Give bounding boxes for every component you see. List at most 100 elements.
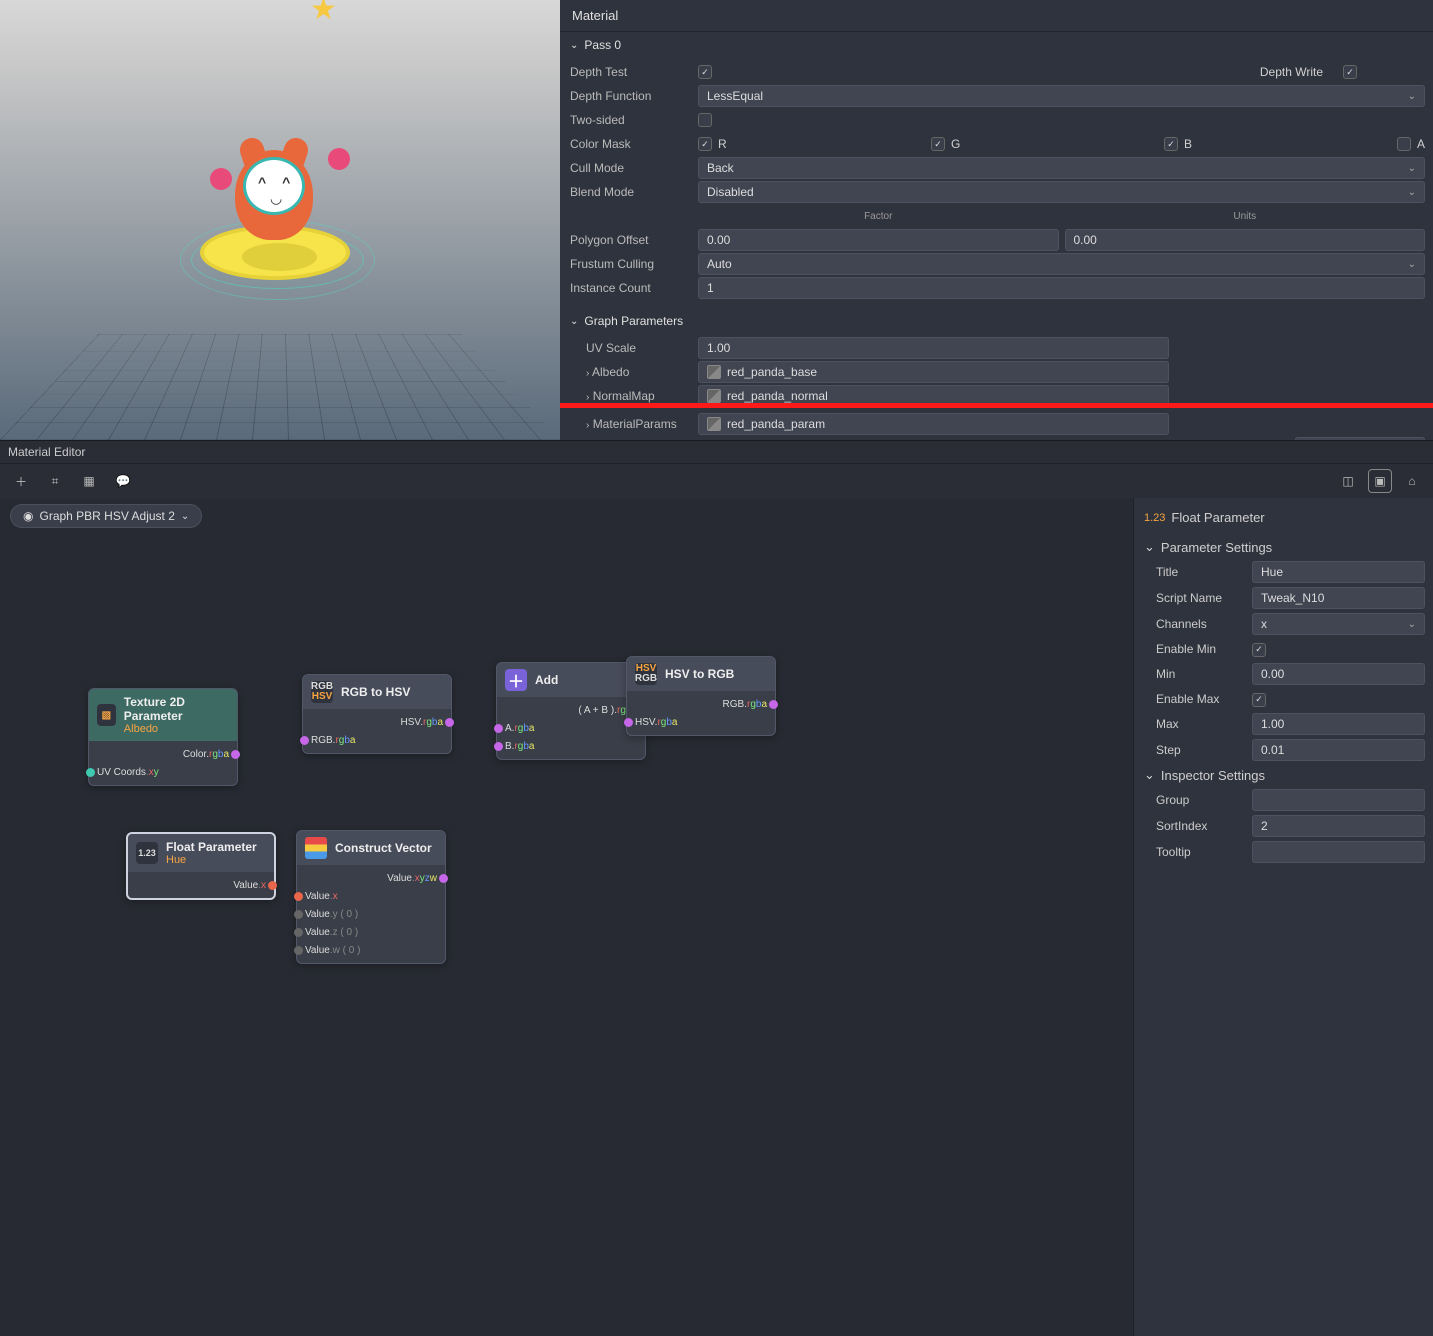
sortindex-label: SortIndex	[1156, 819, 1252, 833]
home-button[interactable]: ⌂	[1401, 470, 1423, 492]
node-float-parameter[interactable]: 1.23 Float Parameter Hue Value.x	[126, 832, 276, 900]
parameter-settings-toggle[interactable]: ⌄Parameter Settings	[1142, 535, 1425, 559]
node-add[interactable]: ＋ Add ( A + B ).rgba A.rgba B.rgba	[496, 662, 646, 760]
port-out[interactable]	[231, 750, 240, 759]
uv-scale-input[interactable]: 1.00	[698, 337, 1169, 359]
enable-max-label: Enable Max	[1156, 692, 1252, 706]
texture-icon	[707, 365, 721, 379]
group-input[interactable]	[1252, 789, 1425, 811]
chevron-down-icon: ⌄	[1408, 619, 1416, 630]
cull-mode-dropdown[interactable]: Back ⌄	[698, 157, 1425, 179]
port-in[interactable]	[300, 736, 309, 745]
node-subtitle: Albedo	[124, 723, 229, 735]
viewport-3d[interactable]: ★	[0, 0, 560, 440]
checker-button[interactable]: ▦	[78, 470, 100, 492]
polygon-offset-units-input[interactable]: 0.00	[1065, 229, 1426, 251]
color-mask-g-checkbox[interactable]	[931, 137, 945, 151]
color-mask-r-checkbox[interactable]	[698, 137, 712, 151]
blend-mode-value: Disabled	[707, 185, 754, 199]
chevron-right-icon: ›	[586, 392, 589, 403]
max-label: Max	[1156, 717, 1252, 731]
channels-label: Channels	[1156, 617, 1252, 631]
color-mask-b-checkbox[interactable]	[1164, 137, 1178, 151]
node-canvas[interactable]: ▧ Texture 2D Parameter Albedo Color.rgba…	[0, 534, 1133, 1336]
max-input[interactable]: 1.00	[1252, 713, 1425, 735]
hue-value-input[interactable]: 0.00	[1295, 437, 1425, 440]
materialparams-texture-ref[interactable]: red_panda_param	[698, 413, 1169, 435]
port-out[interactable]	[268, 881, 277, 890]
viewport-gizmo-icon: ★	[310, 0, 337, 27]
blend-mode-label: Blend Mode	[568, 185, 698, 199]
depth-write-checkbox[interactable]	[1343, 65, 1357, 79]
enable-max-checkbox[interactable]	[1252, 693, 1266, 707]
channels-dropdown[interactable]: x⌄	[1252, 613, 1425, 635]
color-mask-r-label: R	[718, 137, 727, 151]
port-in-w[interactable]	[294, 946, 303, 955]
albedo-expand[interactable]: › Albedo	[568, 365, 698, 379]
pass-title: Pass 0	[584, 38, 621, 52]
script-name-input[interactable]: Tweak_N10	[1252, 587, 1425, 609]
texture-icon	[707, 389, 721, 403]
float-node-icon: 1.23	[136, 842, 158, 864]
graph-icon: ◉	[23, 509, 33, 523]
two-sided-label: Two-sided	[568, 113, 698, 127]
polygon-offset-factor-input[interactable]: 0.00	[698, 229, 1059, 251]
comment-button[interactable]: 💬	[112, 470, 134, 492]
chevron-down-icon: ⌄	[570, 40, 578, 51]
frustum-culling-dropdown[interactable]: Auto⌄	[698, 253, 1425, 275]
panel-toggle-2[interactable]: ▣	[1369, 470, 1391, 492]
port-in-z[interactable]	[294, 928, 303, 937]
depth-function-dropdown[interactable]: LessEqual ⌄	[698, 85, 1425, 107]
port-in-a[interactable]	[494, 724, 503, 733]
enable-min-checkbox[interactable]	[1252, 643, 1266, 657]
float-icon: 1.23	[1144, 512, 1165, 524]
port-out[interactable]	[445, 718, 454, 727]
frustum-culling-label: Frustum Culling	[568, 257, 698, 271]
port-in-x[interactable]	[294, 892, 303, 901]
port-out[interactable]	[439, 874, 448, 883]
chevron-down-icon: ⌄	[1408, 163, 1416, 174]
node-title: Construct Vector	[335, 841, 432, 855]
inspector-settings-toggle[interactable]: ⌄Inspector Settings	[1142, 763, 1425, 787]
normalmap-expand[interactable]: › NormalMap	[568, 389, 698, 403]
port-out[interactable]	[769, 700, 778, 709]
node-construct-vector[interactable]: Construct Vector Value.xyzw Value.x Valu…	[296, 830, 446, 964]
rgb-hsv-icon: RGBHSV	[311, 681, 333, 703]
chevron-down-icon: ⌄	[1408, 259, 1416, 270]
node-texture-2d-parameter[interactable]: ▧ Texture 2D Parameter Albedo Color.rgba…	[88, 688, 238, 786]
chevron-down-icon: ⌄	[1144, 539, 1155, 555]
chevron-down-icon: ⌄	[1408, 187, 1416, 198]
frame-button[interactable]: ⌗	[44, 470, 66, 492]
color-mask-g-label: G	[951, 137, 960, 151]
min-input[interactable]: 0.00	[1252, 663, 1425, 685]
tooltip-input[interactable]	[1252, 841, 1425, 863]
graph-selector[interactable]: ◉ Graph PBR HSV Adjust 2 ⌄	[10, 504, 202, 528]
node-hsv-to-rgb[interactable]: HSVRGB HSV to RGB RGB.rgba HSV.rgba	[626, 656, 776, 736]
graph-params-toggle[interactable]: ⌄ Graph Parameters	[560, 308, 1433, 334]
add-button[interactable]: ＋	[10, 470, 32, 492]
graph-params-title: Graph Parameters	[584, 314, 683, 328]
port-in[interactable]	[86, 768, 95, 777]
material-editor-toolbar: ＋ ⌗ ▦ 💬 ◫ ▣ ⌂	[0, 464, 1433, 498]
normalmap-texture-ref[interactable]: red_panda_normal	[698, 385, 1169, 407]
title-label: Title	[1156, 565, 1252, 579]
step-input[interactable]: 0.01	[1252, 739, 1425, 761]
node-rgb-to-hsv[interactable]: RGBHSV RGB to HSV HSV.rgba RGB.rgba	[302, 674, 452, 754]
materialparams-expand[interactable]: › MaterialParams	[568, 417, 698, 431]
title-input[interactable]: Hue	[1252, 561, 1425, 583]
cull-mode-value: Back	[707, 161, 734, 175]
two-sided-checkbox[interactable]	[698, 113, 712, 127]
instance-count-input[interactable]: 1	[698, 277, 1425, 299]
port-in-b[interactable]	[494, 742, 503, 751]
sortindex-input[interactable]: 2	[1252, 815, 1425, 837]
blend-mode-dropdown[interactable]: Disabled ⌄	[698, 181, 1425, 203]
panel-toggle-1[interactable]: ◫	[1337, 470, 1359, 492]
albedo-texture-ref[interactable]: red_panda_base	[698, 361, 1169, 383]
color-mask-a-checkbox[interactable]	[1397, 137, 1411, 151]
port-in-y[interactable]	[294, 910, 303, 919]
pass-section-toggle[interactable]: ⌄ Pass 0	[560, 32, 1433, 58]
depth-test-checkbox[interactable]	[698, 65, 712, 79]
tooltip-label: Tooltip	[1156, 845, 1252, 859]
port-in[interactable]	[624, 718, 633, 727]
viewport-model	[180, 70, 380, 300]
